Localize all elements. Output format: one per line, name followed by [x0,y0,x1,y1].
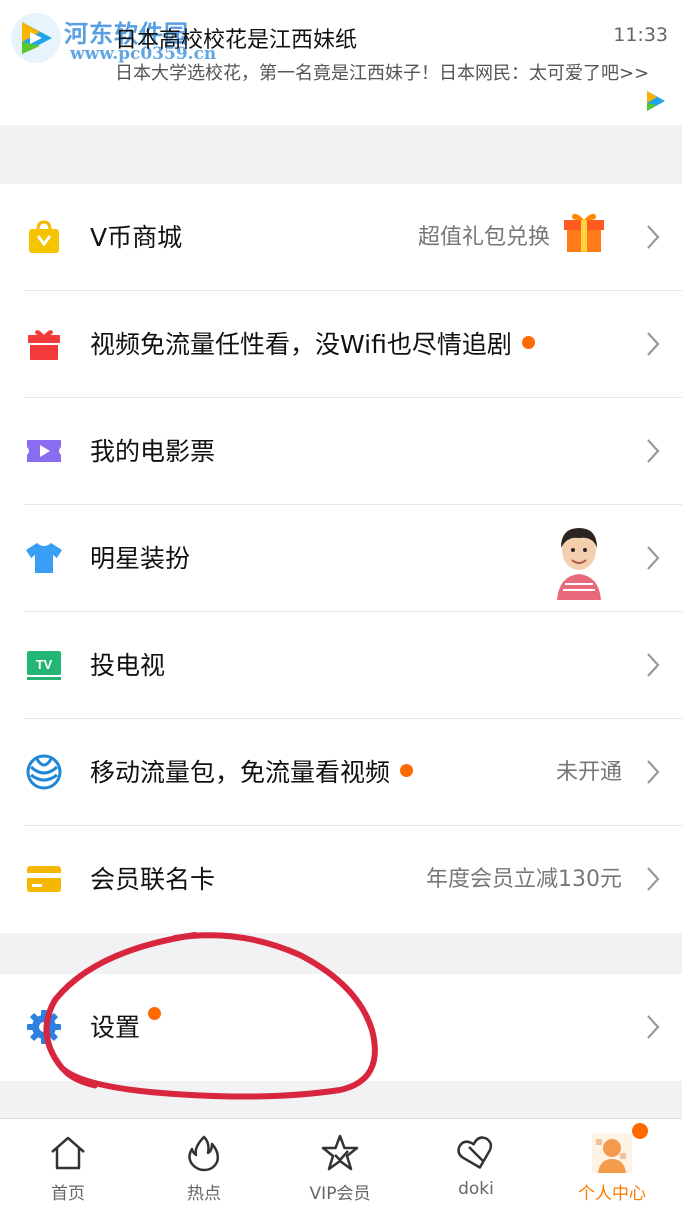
tab-hot[interactable]: 热点 [136,1119,272,1213]
notification-badge [632,1123,648,1139]
tshirt-icon [26,543,62,573]
mobile-data-label: 移动流量包，免流量看视频 [90,719,414,826]
settings-section: 设置 [0,974,682,1081]
tab-vip-label: VIP会员 [309,1184,371,1204]
tv-icon: TV [27,651,61,680]
membership-card-value: 年度会员立减130元 [426,867,622,892]
settings-text: 设置 [90,1013,141,1042]
heart-icon [457,1136,493,1169]
new-badge-dot [521,335,535,349]
push-notification[interactable]: 河东软件园 www.pc0359.cn 日本高校校花是江西妹纸 11:33 日本… [0,0,682,125]
settings-label: 设置 [90,974,162,1081]
star-dressup-label: 明星装扮 [90,544,191,573]
menu-item-mobile-data[interactable]: 移动流量包，免流量看视频 未开通 [0,719,682,826]
flame-icon [188,1135,220,1172]
chevron-right-icon [647,867,660,891]
tencent-video-small-icon [647,91,665,111]
user-avatar-icon [592,1133,632,1173]
chevron-right-icon [647,1015,660,1039]
tencent-video-icon [11,13,61,63]
menu-item-free-flow[interactable]: 视频免流量任性看，没Wifi也尽情追剧 [0,291,682,398]
chevron-right-icon [647,225,660,249]
menu-item-star-dressup[interactable]: 明星装扮 [0,505,682,612]
tab-me[interactable]: 个人中心 [544,1119,680,1213]
free-flow-text: 视频免流量任性看，没Wifi也尽情追剧 [90,330,512,359]
bottom-tab-bar: 首页 热点 VIP会员 doki 个人中心 [0,1118,682,1213]
bag-icon [29,220,59,253]
gift-icon [564,213,604,252]
cast-tv-label: 投电视 [90,651,166,680]
tab-me-label: 个人中心 [578,1184,646,1204]
mobile-data-text: 移动流量包，免流量看视频 [90,758,391,787]
notification-time: 11:33 [613,24,668,46]
movie-tickets-label: 我的电影票 [90,437,216,466]
menu-item-membership-card[interactable]: 会员联名卡 年度会员立减130元 [0,826,682,933]
tab-vip[interactable]: VIP会员 [272,1119,408,1213]
card-icon [27,866,61,892]
svg-text:TV: TV [36,657,53,672]
star-crown-icon [321,1134,359,1171]
vcoin-mall-value: 超值礼包兑换 [417,225,550,250]
notification-title: 日本高校校花是江西妹纸 [115,28,358,53]
chevron-right-icon [647,546,660,570]
gear-icon [27,1010,61,1044]
chevron-right-icon [647,439,660,463]
new-badge-dot [148,1006,162,1020]
menu-section: V币商城 超值礼包兑换 视频免流量任性看，没Wifi也尽情追剧 我的电影票 明星… [0,184,682,933]
menu-item-movie-tickets[interactable]: 我的电影票 [0,398,682,505]
menu-item-cast-tv[interactable]: TV 投电视 [0,612,682,719]
mobile-data-value: 未开通 [555,760,622,785]
membership-card-label: 会员联名卡 [90,865,216,894]
home-icon [51,1136,85,1170]
free-flow-label: 视频免流量任性看，没Wifi也尽情追剧 [90,291,535,398]
gift-box-icon [28,330,60,360]
menu-item-vcoin-mall[interactable]: V币商城 超值礼包兑换 [0,184,682,291]
tab-doki-label: doki [458,1179,494,1199]
notification-body: 日本大学选校花，第一名竟是江西妹子！日本网民：太可爱了吧>> [115,63,650,84]
vcoin-mall-label: V币商城 [90,223,183,252]
tab-home-label: 首页 [51,1184,85,1204]
tab-hot-label: 热点 [187,1184,221,1204]
chevron-right-icon [647,653,660,677]
ticket-icon [27,440,61,462]
chevron-right-icon [647,760,660,784]
new-badge-dot [400,763,414,777]
menu-item-settings[interactable]: 设置 [0,974,682,1081]
chevron-right-icon [647,332,660,356]
tab-doki[interactable]: doki [408,1119,544,1213]
tab-home[interactable]: 首页 [0,1119,136,1213]
star-avatar-image [551,520,607,600]
china-mobile-icon [26,754,62,790]
